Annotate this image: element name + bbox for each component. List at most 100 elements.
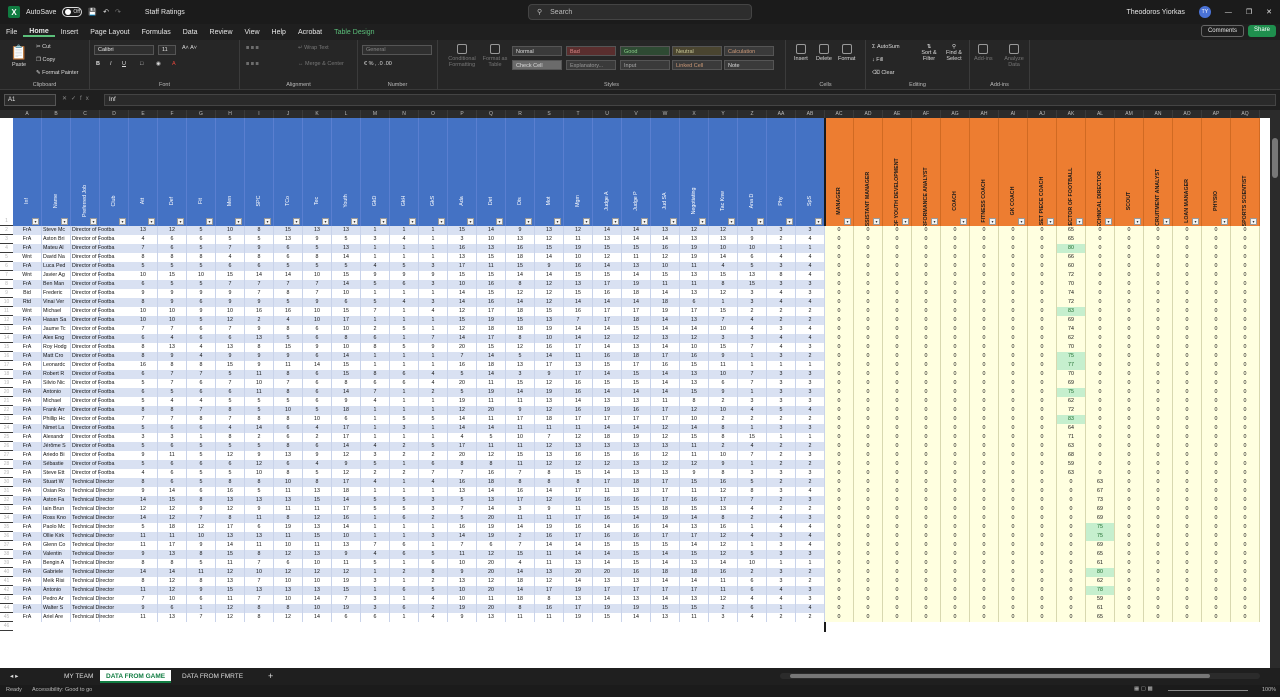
role-score-cell[interactable]: 0 xyxy=(1202,352,1231,361)
table-cell[interactable]: 15 xyxy=(274,343,303,352)
table-cell[interactable]: 4 xyxy=(419,307,448,316)
table-cell[interactable]: 9 xyxy=(129,550,158,559)
h-scroll-thumb[interactable] xyxy=(790,674,1210,678)
role-score-cell[interactable]: 0 xyxy=(912,226,941,235)
table-cell[interactable]: 12 xyxy=(535,280,564,289)
table-cell[interactable]: 12 xyxy=(274,613,303,622)
role-score-cell[interactable]: 62 xyxy=(1086,577,1115,586)
role-score-cell[interactable]: 0 xyxy=(1231,325,1260,334)
table-cell[interactable]: 1 xyxy=(390,595,419,604)
table-cell[interactable]: 6 xyxy=(158,424,187,433)
table-cell[interactable]: 5 xyxy=(448,496,477,505)
role-score-cell[interactable]: 0 xyxy=(825,604,854,613)
table-cell[interactable]: 14 xyxy=(593,424,622,433)
role-score-cell[interactable]: 70 xyxy=(1057,370,1086,379)
table-cell[interactable]: Director of Footba xyxy=(71,325,114,334)
table-cell[interactable]: 4 xyxy=(390,235,419,244)
table-cell[interactable]: 12 xyxy=(158,505,187,514)
table-cell[interactable]: 8 xyxy=(738,487,767,496)
table-cell[interactable]: Wnt xyxy=(13,307,42,316)
table-cell[interactable]: 9 xyxy=(535,262,564,271)
table-cell[interactable]: 4 xyxy=(361,397,390,406)
role-score-cell[interactable]: 0 xyxy=(912,613,941,622)
table-header-cell[interactable]: GkH ▾ xyxy=(390,118,419,226)
table-cell[interactable]: 4 xyxy=(709,262,738,271)
table-cell[interactable]: Osian Ro xyxy=(42,487,71,496)
role-score-cell[interactable]: 0 xyxy=(1173,442,1202,451)
table-cell[interactable]: 9 xyxy=(448,613,477,622)
table-cell[interactable]: Director of Footba xyxy=(71,298,114,307)
table-cell[interactable]: 5 xyxy=(129,397,158,406)
role-score-cell[interactable]: 0 xyxy=(854,235,883,244)
table-cell[interactable]: 1 xyxy=(390,388,419,397)
table-cell[interactable]: 15 xyxy=(303,532,332,541)
role-score-cell[interactable]: 0 xyxy=(941,505,970,514)
table-cell[interactable]: 16 xyxy=(593,496,622,505)
role-score-cell[interactable]: 0 xyxy=(1115,370,1144,379)
table-cell[interactable]: 6 xyxy=(390,379,419,388)
role-score-cell[interactable]: 0 xyxy=(941,388,970,397)
copy-button[interactable]: ❐ Copy xyxy=(36,57,55,63)
table-cell[interactable]: 19 xyxy=(680,253,709,262)
table-cell[interactable]: 4 xyxy=(361,550,390,559)
table-header-cell[interactable]: Jud SA ▾ xyxy=(651,118,680,226)
role-score-cell[interactable]: 0 xyxy=(1115,235,1144,244)
table-cell[interactable]: 19 xyxy=(274,523,303,532)
table-cell[interactable]: FrA xyxy=(13,424,42,433)
table-cell[interactable]: 11 xyxy=(245,514,274,523)
table-cell[interactable]: 17 xyxy=(622,307,651,316)
table-cell[interactable]: 11 xyxy=(506,514,535,523)
cell-style-neutral[interactable]: Neutral xyxy=(672,46,722,56)
role-score-cell[interactable]: 0 xyxy=(825,253,854,262)
role-score-cell[interactable]: 0 xyxy=(1173,451,1202,460)
table-cell[interactable]: 4 xyxy=(767,334,796,343)
table-cell[interactable]: 12 xyxy=(709,289,738,298)
paste-button[interactable]: Paste xyxy=(12,62,26,68)
table-cell[interactable]: 1 xyxy=(390,523,419,532)
column-header[interactable]: AI xyxy=(999,110,1028,118)
table-cell[interactable]: FrA xyxy=(13,280,42,289)
table-cell[interactable]: 11 xyxy=(680,262,709,271)
table-cell[interactable]: FrA xyxy=(13,523,42,532)
table-cell[interactable]: 2 xyxy=(361,469,390,478)
share-button[interactable]: Share xyxy=(1247,25,1276,37)
table-cell[interactable]: 14 xyxy=(564,397,593,406)
table-cell[interactable]: 8 xyxy=(419,568,448,577)
role-score-cell[interactable]: 0 xyxy=(854,595,883,604)
table-cell[interactable]: 11 xyxy=(332,559,361,568)
role-score-cell[interactable]: 0 xyxy=(825,280,854,289)
role-score-cell[interactable]: 0 xyxy=(1231,469,1260,478)
role-score-cell[interactable]: 0 xyxy=(1202,235,1231,244)
table-cell[interactable]: 10 xyxy=(709,370,738,379)
role-score-cell[interactable]: 0 xyxy=(825,577,854,586)
role-score-cell[interactable]: 0 xyxy=(1202,244,1231,253)
role-score-cell[interactable]: 59 xyxy=(1057,460,1086,469)
role-score-cell[interactable]: 0 xyxy=(1115,577,1144,586)
role-score-cell[interactable]: 0 xyxy=(825,541,854,550)
role-score-cell[interactable]: 0 xyxy=(854,298,883,307)
table-cell[interactable]: 4 xyxy=(767,523,796,532)
role-score-cell[interactable]: 0 xyxy=(1173,469,1202,478)
table-cell[interactable]: Roy Hodg xyxy=(42,343,71,352)
role-score-cell[interactable]: 0 xyxy=(912,442,941,451)
table-cell[interactable]: 6 xyxy=(158,460,187,469)
table-cell[interactable]: Technical Director xyxy=(71,577,114,586)
table-cell[interactable]: 4 xyxy=(216,424,245,433)
role-score-cell[interactable]: 80 xyxy=(1086,568,1115,577)
table-cell[interactable]: 9 xyxy=(245,505,274,514)
role-score-cell[interactable]: 0 xyxy=(1086,253,1115,262)
table-cell[interactable]: 9 xyxy=(216,298,245,307)
role-score-cell[interactable]: 0 xyxy=(1028,298,1057,307)
table-cell[interactable]: 9 xyxy=(390,271,419,280)
table-cell[interactable]: 11 xyxy=(535,424,564,433)
table-cell[interactable]: 19 xyxy=(680,244,709,253)
table-cell[interactable]: Technical Director xyxy=(71,478,114,487)
table-cell[interactable]: 11 xyxy=(477,415,506,424)
role-score-cell[interactable]: 0 xyxy=(1028,379,1057,388)
table-cell[interactable]: 15 xyxy=(332,307,361,316)
role-score-cell[interactable]: 0 xyxy=(1028,604,1057,613)
table-cell[interactable]: 9 xyxy=(506,226,535,235)
role-score-cell[interactable]: 0 xyxy=(1173,505,1202,514)
role-score-cell[interactable]: 0 xyxy=(970,235,999,244)
table-cell[interactable]: 13 xyxy=(158,343,187,352)
